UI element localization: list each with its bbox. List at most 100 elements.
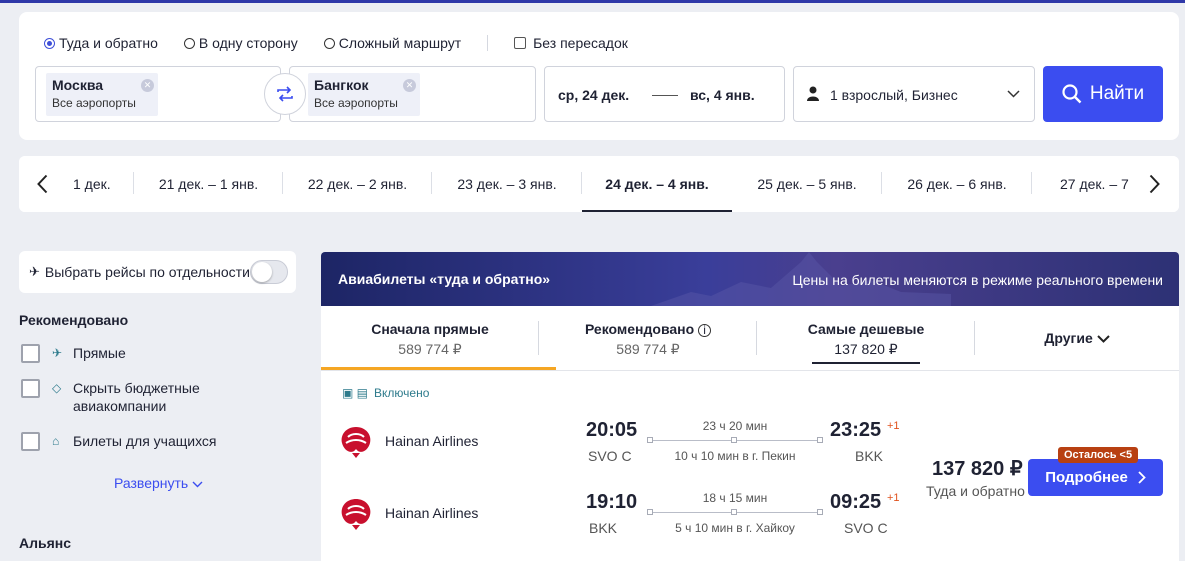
sort-tab-other[interactable]: Другие	[975, 306, 1179, 370]
included-badge: ▣ ▤ Включено	[342, 386, 429, 400]
date-option-label: 25 дек. – 5 янв.	[757, 176, 857, 192]
find-button[interactable]: Найти	[1043, 66, 1163, 122]
filter-direct[interactable]: ✈ Прямые	[21, 344, 126, 363]
date-separator	[652, 95, 678, 96]
separate-flights-switch[interactable]	[250, 260, 288, 284]
expand-filters-link[interactable]: Развернуть	[114, 475, 203, 491]
route-stop-point	[731, 437, 737, 443]
date-next-button[interactable]	[1130, 156, 1179, 212]
return-date[interactable]: вс, 4 янв.	[690, 87, 755, 103]
trip-type-multicity[interactable]: Сложный маршрут	[323, 35, 462, 51]
nonstop-checkbox[interactable]	[514, 37, 527, 49]
filter-checkbox[interactable]	[21, 379, 40, 398]
stop-info: 5 ч 10 мин в г. Хайкоу	[675, 521, 795, 535]
origin-airports: Все аэропорты	[52, 96, 136, 110]
filter-label: Прямые	[73, 345, 126, 361]
destination-field[interactable]: Бангкок Все аэропорты ✕	[289, 66, 536, 122]
date-prev-button[interactable]	[19, 156, 65, 212]
expand-label: Развернуть	[114, 475, 189, 491]
filter-checkbox[interactable]	[21, 432, 40, 451]
date-option[interactable]: 26 дек. – 6 янв.	[882, 156, 1032, 212]
passengers-value: 1 взрослый, Бизнес	[830, 87, 958, 103]
sort-tab-title-text: Другие	[1044, 330, 1093, 346]
date-option[interactable]: 22 дек. – 2 янв.	[283, 156, 432, 212]
clear-destination-icon[interactable]: ✕	[403, 79, 416, 92]
trip-type-row: Туда и обратно В одну сторону Сложный ма…	[44, 34, 654, 52]
route-point	[647, 509, 653, 515]
day-offset: +1	[887, 420, 900, 432]
route-stop-point	[731, 509, 737, 515]
trip-type-label: Сложный маршрут	[338, 35, 462, 51]
date-option[interactable]: 21 дек. – 1 янв.	[134, 156, 283, 212]
nonstop-option[interactable]: Без пересадок	[514, 35, 628, 51]
date-option[interactable]: 27 дек. – 7	[1060, 156, 1140, 212]
swap-cities-button[interactable]	[264, 73, 306, 115]
date-option-label: 21 дек. – 1 янв.	[158, 176, 259, 192]
tag-icon: ◇	[52, 381, 62, 395]
included-label: Включено	[374, 386, 430, 400]
depart-date[interactable]: ср, 24 дек.	[558, 87, 629, 103]
date-option[interactable]: 25 дек. – 5 янв.	[732, 156, 882, 212]
radio-multicity[interactable]	[323, 37, 335, 49]
sort-tab-price: 589 774 ₽	[398, 341, 462, 357]
hainan-logo-icon	[341, 427, 371, 458]
trip-type-label: В одну сторону	[198, 35, 298, 51]
stop-info: 10 ч 10 мин в г. Пекин	[674, 449, 796, 463]
passengers-field[interactable]: 1 взрослый, Бизнес	[793, 66, 1035, 122]
filter-label: Скрыть бюджетные авиакомпании	[73, 380, 200, 414]
dates-field[interactable]: ср, 24 дек. вс, 4 янв.	[544, 66, 785, 122]
separate-flights-toggle-row[interactable]: ✈ Выбрать рейсы по отдельности	[19, 251, 296, 293]
filter-checkbox[interactable]	[21, 344, 40, 363]
airline-name: Hainan Airlines	[385, 433, 479, 449]
radio-roundtrip[interactable]	[44, 37, 55, 49]
chevron-right-icon	[1138, 471, 1146, 484]
chevron-down-icon	[1096, 335, 1110, 343]
trip-type-roundtrip[interactable]: Туда и обратно	[44, 35, 158, 51]
ticket-price: 137 820 ₽	[932, 458, 1023, 480]
filter-label: Билеты для учащихся	[73, 433, 217, 449]
radio-oneway[interactable]	[183, 37, 195, 49]
route-point	[817, 437, 823, 443]
clear-origin-icon[interactable]: ✕	[141, 79, 154, 92]
sort-tab-cheapest[interactable]: Самые дешевые 137 820 ₽	[757, 306, 975, 370]
sort-tab-title: Самые дешевые	[807, 321, 925, 337]
filter-budget-airlines[interactable]: ◇ Скрыть бюджетные авиакомпании	[21, 379, 213, 415]
date-option-label: 22 дек. – 2 янв.	[307, 176, 408, 192]
day-offset: +1	[887, 492, 900, 504]
sort-tab-price: 137 820 ₽	[812, 341, 920, 364]
hainan-logo-icon	[341, 499, 371, 530]
sort-tab-title: Рекомендовано i	[539, 321, 757, 337]
airline-name: Hainan Airlines	[385, 505, 479, 521]
swap-icon	[277, 86, 293, 102]
alliance-heading: Альянс	[19, 535, 72, 551]
details-button[interactable]: Подробнее	[1028, 459, 1163, 496]
filter-students[interactable]: ⌂ Билеты для учащихся	[21, 432, 217, 451]
flight-duration: 18 ч 15 мин	[702, 491, 768, 505]
date-option-label: 24 дек. – 4 янв.	[605, 176, 709, 192]
route-point	[647, 437, 653, 443]
baggage-icon: ▣ ▤	[342, 386, 369, 400]
chevron-down-icon	[192, 481, 203, 488]
sort-tab-recommended[interactable]: Рекомендовано i 589 774 ₽	[539, 306, 757, 370]
plane-icon: ✈	[29, 264, 40, 279]
depart-airport: BKK	[589, 520, 618, 536]
recommended-heading: Рекомендовано	[19, 312, 129, 328]
date-option[interactable]: 1 дек.	[73, 156, 134, 212]
info-icon[interactable]: i	[698, 324, 712, 337]
date-option[interactable]: 23 дек. – 3 янв.	[432, 156, 582, 212]
plane-icon: ✈	[52, 346, 63, 360]
sort-tab-price: 589 774 ₽	[616, 341, 680, 357]
depart-time: 19:10	[586, 491, 638, 513]
sort-tab-title: Другие	[975, 330, 1179, 346]
sort-tab-title-text: Рекомендовано	[584, 321, 695, 337]
trip-type-label: Туда и обратно	[59, 35, 158, 51]
date-option-active[interactable]: 24 дек. – 4 янв.	[582, 156, 732, 212]
result-card[interactable]: ▣ ▤ Включено Hainan Airlines 20:05 SVO C…	[321, 370, 1179, 561]
separate-flights-label: Выбрать рейсы по отдельности	[44, 264, 250, 280]
sort-tab-direct[interactable]: Сначала прямые 589 774 ₽	[321, 306, 539, 370]
prices-note: Цены на билеты меняются в режиме реально…	[792, 272, 1163, 288]
seats-remaining-badge: Осталось <5	[1058, 447, 1139, 463]
trip-type-oneway[interactable]: В одну сторону	[183, 35, 298, 51]
arrive-time: 23:25	[830, 419, 882, 441]
origin-field[interactable]: Москва Все аэропорты ✕	[35, 66, 281, 122]
